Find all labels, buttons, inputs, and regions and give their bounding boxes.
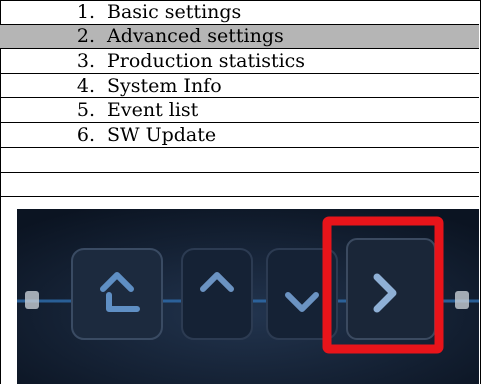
menu-item-label: Production statistics <box>107 49 306 72</box>
menu-item-event-list[interactable]: 5. Event list <box>0 98 479 123</box>
up-button[interactable] <box>181 248 253 340</box>
home-up-button[interactable] <box>71 248 163 340</box>
menu-item-number: 4. <box>76 74 95 97</box>
keypad-illustration <box>17 209 479 384</box>
right-button[interactable] <box>346 238 436 340</box>
menu-item-label: Event list <box>107 99 199 122</box>
menu-item-label: System Info <box>107 74 222 97</box>
menu-item-number: 6. <box>76 123 95 146</box>
empty-row <box>0 148 479 173</box>
menu-item-number: 1. <box>76 0 95 23</box>
right-led-icon <box>455 291 469 309</box>
menu-item-system-info[interactable]: 4. System Info <box>0 74 479 99</box>
table-bottom-row <box>0 173 479 197</box>
menu-item-label: SW Update <box>107 123 217 146</box>
menu-item-sw-update[interactable]: 6. SW Update <box>0 123 479 148</box>
menu-item-label: Advanced settings <box>107 25 284 48</box>
menu-item-label: Basic settings <box>107 0 242 23</box>
keypad-photo <box>17 209 479 384</box>
left-led-icon <box>25 291 39 309</box>
menu-item-number: 5. <box>76 99 95 122</box>
menu-item-number: 3. <box>76 49 95 72</box>
menu-item-basic-settings[interactable]: 1. Basic settings <box>0 0 479 25</box>
menu-item-advanced-settings[interactable]: 2. Advanced settings <box>0 24 479 50</box>
menu-item-number: 2. <box>76 25 95 48</box>
menu-item-production-statistics[interactable]: 3. Production statistics <box>0 49 479 74</box>
settings-menu: 1. Basic settings 2. Advanced settings 3… <box>0 0 479 197</box>
